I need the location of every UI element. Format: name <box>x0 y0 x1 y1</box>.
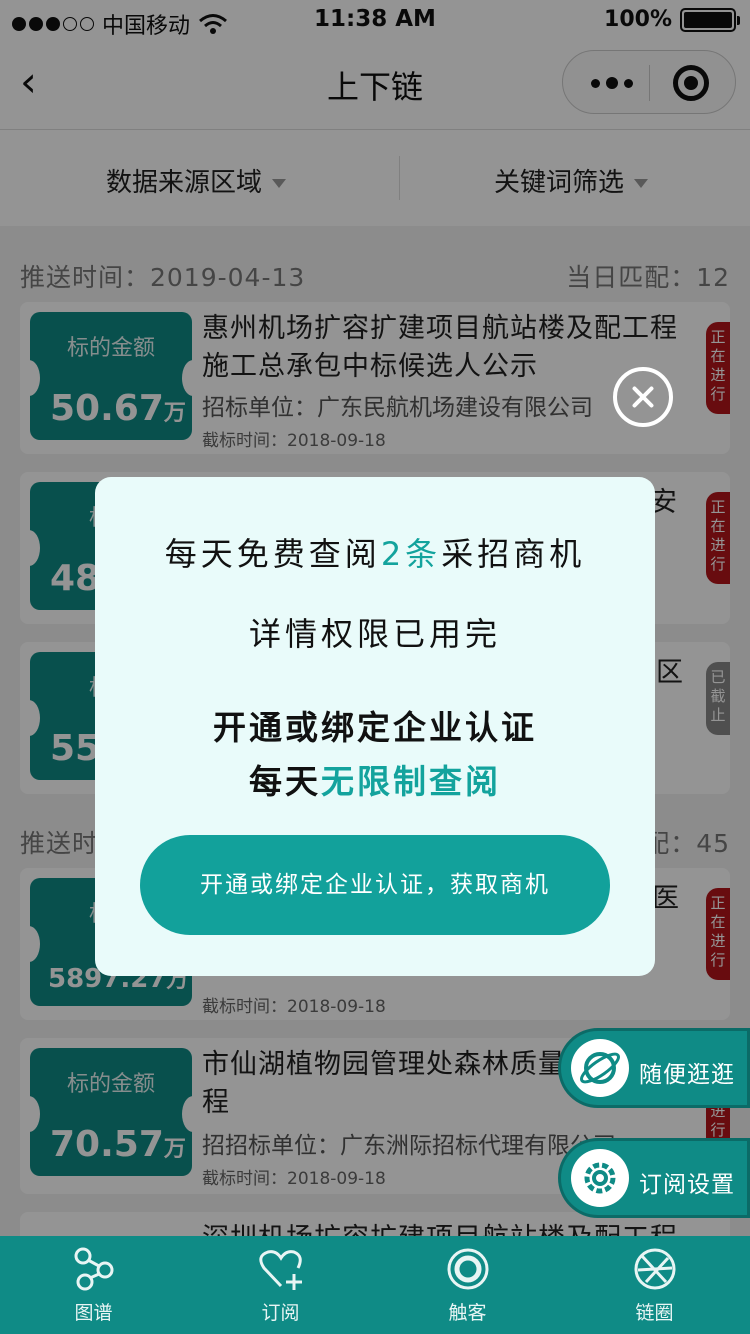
heart-plus-icon <box>259 1250 302 1290</box>
modal-line-exhausted: 详情权限已用完 <box>248 615 501 653</box>
browse-button[interactable]: 随便逛逛 <box>558 1028 750 1108</box>
subscribe-settings-label: 订阅设置 <box>639 1172 735 1198</box>
tab-bar: 图谱 订阅 触客 链圈 <box>0 1236 750 1334</box>
unlimited-highlight: 无限制查阅 <box>321 762 501 801</box>
tab-touch[interactable]: 触客 <box>374 1236 561 1334</box>
tab-label: 触客 <box>448 1302 487 1324</box>
browse-label: 随便逛逛 <box>639 1062 735 1088</box>
modal-line-quota: 每天免费查阅2条采招商机 <box>164 535 586 573</box>
tab-graph[interactable]: 图谱 <box>0 1236 187 1334</box>
tab-label: 订阅 <box>261 1302 300 1324</box>
target-icon <box>447 1248 489 1290</box>
tab-label: 图谱 <box>74 1302 113 1324</box>
subscribe-settings-button[interactable]: 订阅设置 <box>558 1138 750 1218</box>
close-modal-icon[interactable] <box>613 367 673 427</box>
quota-highlight: 2条 <box>380 535 442 573</box>
tab-circle[interactable]: 链圈 <box>561 1236 748 1334</box>
modal-line-unlimited: 每天无限制查阅 <box>249 762 501 801</box>
graph-icon <box>74 1247 114 1291</box>
planet-icon <box>571 1039 629 1097</box>
tab-label: 链圈 <box>635 1302 674 1324</box>
modal-line-certify: 开通或绑定企业认证 <box>213 708 537 747</box>
aperture-icon <box>634 1248 676 1290</box>
certify-button[interactable]: 开通或绑定企业认证，获取商机 <box>140 835 610 935</box>
tab-subscribe[interactable]: 订阅 <box>187 1236 374 1334</box>
gear-icon <box>571 1149 629 1207</box>
upgrade-modal: 每天免费查阅2条采招商机 详情权限已用完 开通或绑定企业认证 每天无限制查阅 开… <box>95 477 655 976</box>
